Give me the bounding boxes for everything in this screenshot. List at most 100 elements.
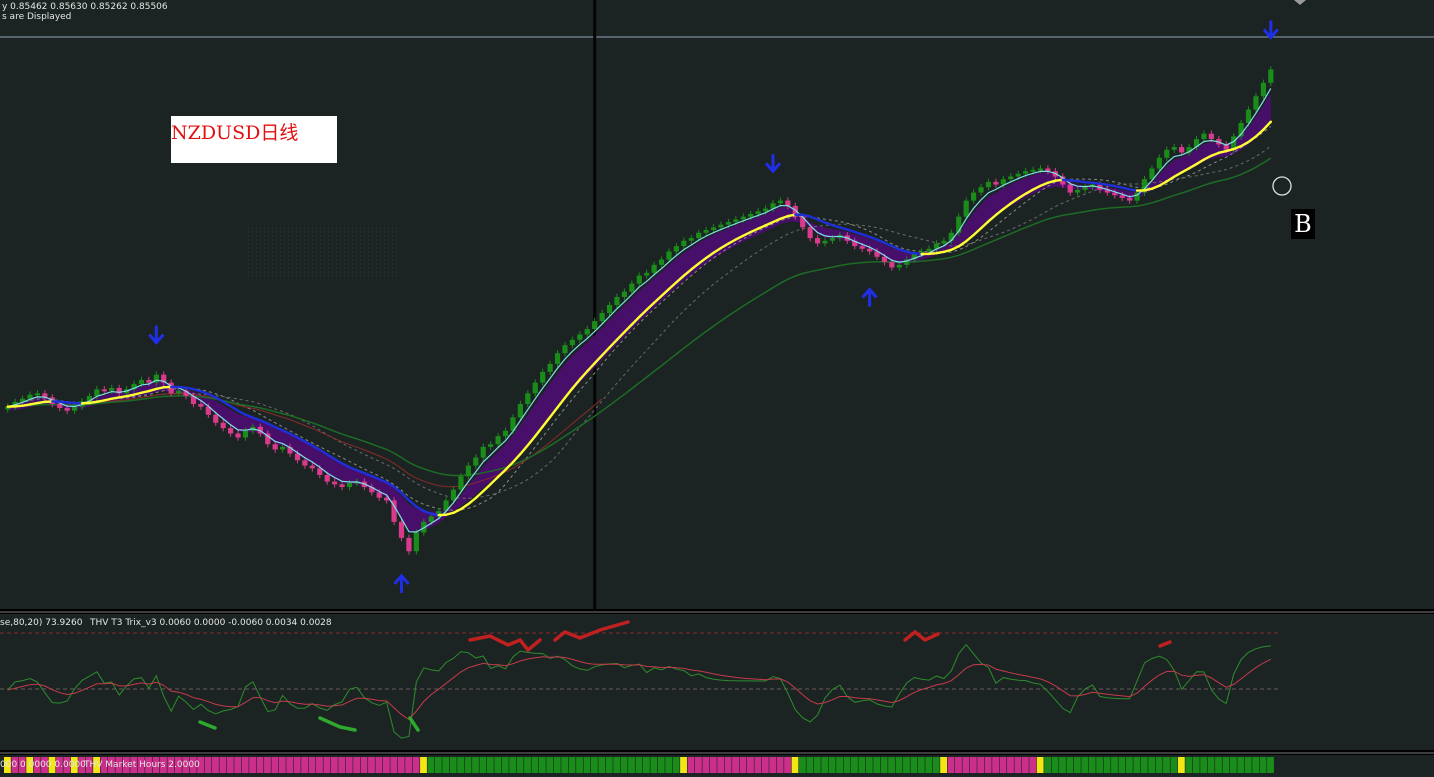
market-hours-cell [1259,757,1267,773]
market-hours-cell [1118,757,1126,773]
market-hours-cell [1148,757,1156,773]
candle-body [748,213,754,217]
market-hours-cell [293,757,301,773]
market-hours-cell [464,757,472,773]
candle-body [532,382,538,394]
candle-body [584,329,590,335]
candle-body [1253,96,1259,110]
market-hours-cell [590,757,598,773]
candle-body [554,353,561,364]
market-hours-cell [1140,757,1148,773]
up-arrow-icon [861,287,878,307]
candle-body [228,428,234,434]
market-hours-cell [799,757,806,773]
candle-body [94,389,100,397]
signal-b-label: B [1291,209,1315,239]
market-hours-cell [256,757,264,773]
market-hours-cell [665,757,673,773]
market-hours-cell [702,757,710,773]
up-arrow-icon [393,573,410,593]
market-hours-cell [1185,757,1193,773]
candle-body [866,248,873,252]
candle-body [1067,184,1073,193]
candle-body [406,537,412,552]
market-hours-cell [605,757,613,773]
candle-body [978,187,984,193]
market-hours-cell [984,757,992,773]
market-hours-cell [724,757,732,773]
market-hours-cell [761,757,769,773]
market-hours-cell [865,757,873,773]
candle-body [562,345,568,354]
candle-body [198,404,204,407]
candle-body [502,430,509,437]
candle-body [666,251,672,260]
market-hours-cell [226,757,234,773]
candle-body [1030,169,1036,172]
market-hours-cell [509,757,517,773]
candle-body [710,227,717,231]
market-hours-cell [561,757,569,773]
market-hours-cell [739,757,747,773]
candle-body [599,313,605,322]
ohlc-readout: y 0.85462 0.85630 0.85262 0.85506 [2,2,168,12]
market-hours-cell [672,757,680,773]
candle-body [1075,189,1081,193]
candle-body [146,379,152,383]
candle-body [473,457,479,466]
market-hours-cell [977,757,985,773]
market-hours-cell [1103,757,1111,773]
market-hours-cell [472,757,479,773]
market-hours-cell [323,757,331,773]
market-hours-cell [1036,757,1044,773]
market-hours-cell [486,757,494,773]
market-hours-cell [776,757,784,773]
market-hours-label: THV Market Hours 2.0000 [84,760,200,770]
trix-signal-line [7,643,1271,739]
t3-trend-line [236,409,247,416]
market-hours-cell [234,757,242,773]
candle-body [280,446,286,450]
candle-body [762,208,769,212]
candle-body [1208,133,1214,140]
market-hours-cell [910,757,918,773]
market-hours-cell [657,757,665,773]
market-hours-cell [553,757,561,773]
candle-body [592,321,598,330]
market-hours-cell [219,757,227,773]
market-hours-cell [836,757,843,773]
candle-body [1201,133,1207,140]
market-hours-cell [212,757,219,773]
candle-body [1023,171,1029,174]
market-hours-cell [316,757,323,773]
candle-body [242,430,249,438]
candle-body [1037,168,1044,171]
candle-body [733,219,739,223]
candle-body [859,246,865,249]
candle-body [34,393,41,396]
market-hours-cell [1088,757,1096,773]
market-hours-cell [427,757,435,773]
market-hours-cell [1192,757,1200,773]
market-hours-cell [1229,757,1237,773]
market-hours-cell [479,757,487,773]
candle-body [109,387,115,391]
candle-body [688,238,694,241]
market-hours-cell [204,757,212,773]
market-hours-cell [687,757,695,773]
candle-body [636,275,642,284]
market-hours-cell [375,757,383,773]
market-hours-cell [628,757,635,773]
chart-window: y 0.85462 0.85630 0.85262 0.85506 s are … [0,0,1434,777]
market-hours-cell [1163,757,1170,773]
market-hours-cell [806,757,814,773]
candle-body [896,264,902,268]
market-hours-cell [1155,757,1163,773]
candle-body [346,483,353,488]
market-hours-cell [345,757,353,773]
candle-body [1171,147,1177,150]
market-hours-cell [524,757,531,773]
candle-body [1268,69,1274,83]
candle-body [101,389,107,392]
candle-body [822,240,828,244]
